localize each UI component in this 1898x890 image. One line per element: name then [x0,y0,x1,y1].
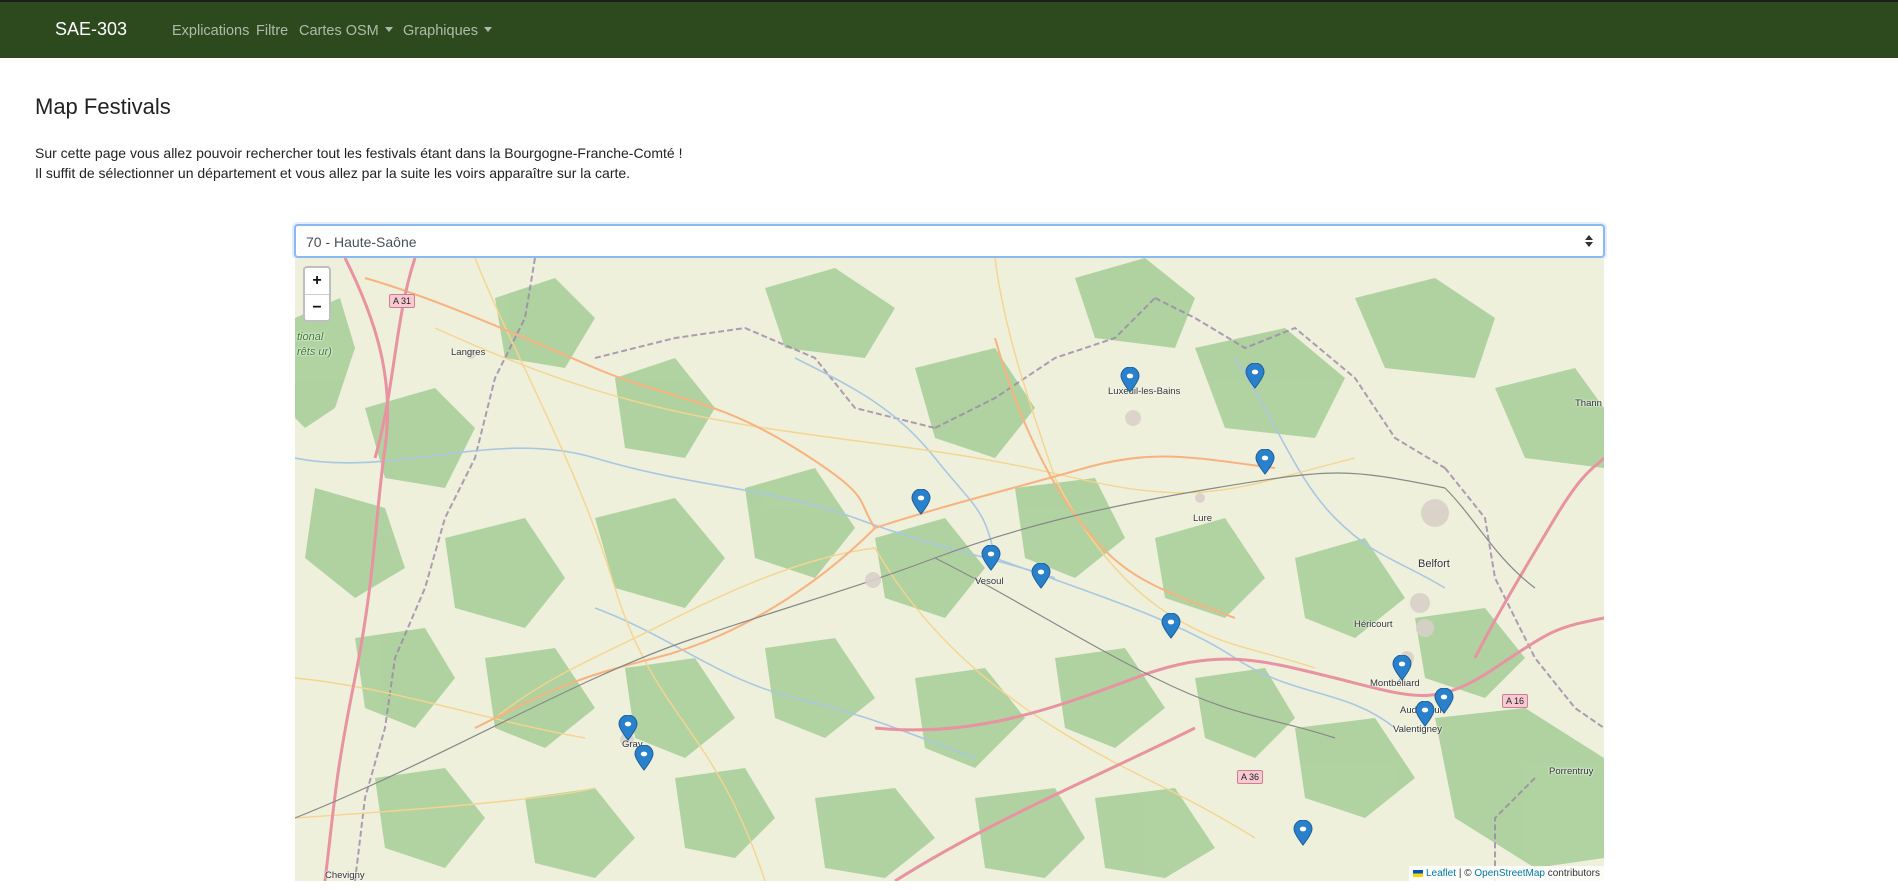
attribution-separator: | [1458,868,1462,879]
intro-line-2: Il suffit de sélectionner un département… [35,165,631,181]
intro-line-1: Sur cette page vous allez pouvoir recher… [35,145,683,161]
nav-dropdown-cartes-osm[interactable]: Cartes OSM [299,23,393,39]
leaflet-link[interactable]: Leaflet [1426,868,1456,879]
festival-marker-icon[interactable] [633,744,655,771]
nav-dropdown-graphiques-label: Graphiques [403,23,478,39]
navbar: SAE-303 Explications Filtre Cartes OSM G… [0,0,1898,58]
department-select[interactable]: 70 - Haute-Saône [294,224,1605,258]
nav-link-filtre[interactable]: Filtre [256,23,288,39]
place-label-chevigny: Chevigny [325,870,365,881]
map-tiles [295,258,1604,881]
place-label-lure: Lure [1193,513,1213,524]
place-label-park: tional rêts ur) [297,331,332,358]
intro-text: Sur cette page vous allez pouvoir recher… [35,143,682,183]
festival-marker-icon[interactable] [980,544,1002,571]
festival-marker-icon[interactable] [1391,654,1413,681]
place-label-porrentruy: Porrentruy [1549,766,1594,777]
select-arrows-icon [1585,233,1593,249]
festival-marker-icon[interactable] [1292,819,1314,846]
place-label-belfort: Belfort [1418,558,1450,570]
festival-marker-icon[interactable] [1160,612,1182,639]
nav-link-explications[interactable]: Explications [172,23,249,39]
road-shield-a16: A 16 [1502,694,1529,708]
festival-marker-icon[interactable] [1254,448,1276,475]
place-label-langres: Langres [451,347,486,358]
map-attribution: Leaflet | © OpenStreetMap contributors [1409,866,1604,881]
place-label-vesoul: Vesoul [975,576,1004,587]
festival-marker-icon[interactable] [1414,700,1436,727]
nav-dropdown-graphiques[interactable]: Graphiques [403,23,492,39]
nav-dropdown-cartes-osm-label: Cartes OSM [299,23,379,39]
department-select-value: 70 - Haute-Saône [306,234,417,250]
chevron-down-icon [384,27,393,32]
festival-marker-icon[interactable] [617,714,639,741]
attribution-contributors: contributors [1547,868,1600,879]
festival-marker-icon[interactable] [910,488,932,515]
place-label-hericourt: Héricourt [1354,619,1393,630]
navbar-brand[interactable]: SAE-303 [55,19,127,40]
place-label-thann: Thann [1575,398,1602,409]
leaflet-map[interactable]: Langres Luxeuil-les-Bains Lure Belfort V… [295,258,1604,881]
osm-link[interactable]: OpenStreetMap [1474,868,1545,879]
road-shield-a36: A 36 [1237,770,1264,784]
chevron-down-icon [483,27,492,32]
attribution-copyright: © [1464,868,1472,879]
zoom-control: + − [303,266,331,322]
zoom-out-button[interactable]: − [305,294,329,320]
festival-marker-icon[interactable] [1030,562,1052,589]
page-title: Map Festivals [35,94,171,119]
festival-marker-icon[interactable] [1119,366,1141,393]
ukraine-flag-icon [1413,870,1423,877]
festival-marker-icon[interactable] [1244,362,1266,389]
zoom-in-button[interactable]: + [305,268,329,294]
festival-marker-icon[interactable] [1433,687,1455,714]
road-shield-a31: A 31 [389,294,416,308]
